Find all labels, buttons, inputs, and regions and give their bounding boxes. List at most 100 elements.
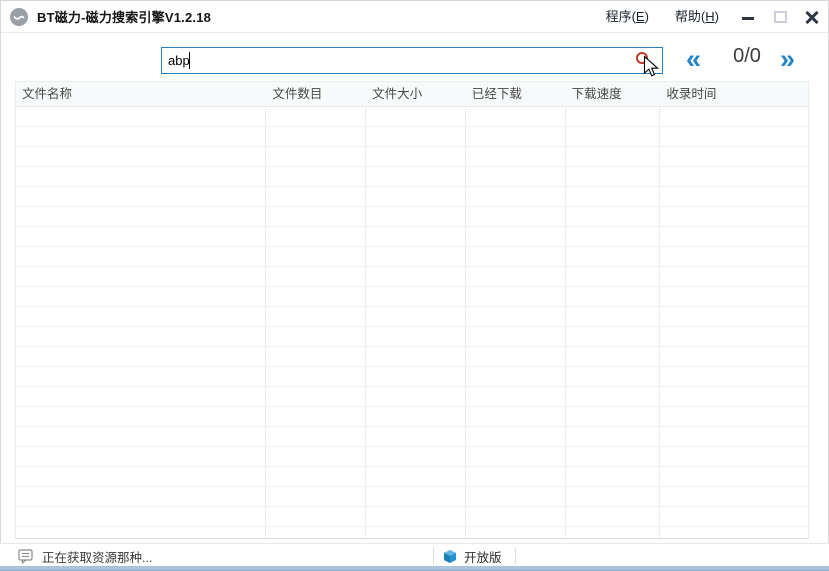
next-page-button[interactable]: » (780, 41, 795, 77)
table-cell (566, 387, 661, 406)
table-cell (660, 107, 808, 126)
table-cell (660, 447, 808, 466)
table-cell (566, 467, 661, 486)
table-cell (566, 287, 661, 306)
table-row (16, 207, 808, 227)
close-button[interactable] (796, 1, 828, 32)
status-message: 正在获取资源那种... (18, 547, 152, 566)
table-cell (566, 267, 661, 286)
menu-program-label-end: ) (645, 9, 649, 24)
app-window: BT磁力-磁力搜索引擎V1.2.18 程序(E) 帮助(H) « 0/0 » 文… (0, 0, 829, 571)
table-cell (566, 227, 661, 246)
table-cell (266, 307, 366, 326)
column-header-4[interactable]: 已经下载 (466, 82, 566, 106)
table-row (16, 187, 808, 207)
menu-program[interactable]: 程序(E) (593, 1, 662, 32)
column-header-2[interactable]: 文件数目 (266, 82, 366, 106)
table-cell (566, 107, 661, 126)
table-cell (266, 487, 366, 506)
table-cell (16, 427, 266, 446)
menu-help-label-end: ) (715, 9, 719, 24)
table-row (16, 127, 808, 147)
table-cell (266, 127, 366, 146)
table-cell (366, 227, 466, 246)
table-cell (466, 287, 566, 306)
table-cell (366, 187, 466, 206)
table-row (16, 467, 808, 487)
close-icon (805, 10, 819, 24)
table-cell (566, 127, 661, 146)
table-cell (660, 227, 808, 246)
table-cell (16, 327, 266, 346)
column-header-5[interactable]: 下载速度 (566, 82, 661, 106)
table-cell (366, 147, 466, 166)
edition-label: 开放版 (464, 547, 502, 566)
table-cell (16, 127, 266, 146)
table-cell (266, 207, 366, 226)
table-row (16, 327, 808, 347)
status-text: 正在获取资源那种... (42, 547, 152, 566)
maximize-icon (774, 11, 787, 23)
title-bar: BT磁力-磁力搜索引擎V1.2.18 程序(E) 帮助(H) (1, 1, 828, 33)
table-header-row: 文件名称文件数目文件大小已经下载下载速度收录时间 (16, 82, 808, 107)
table-cell (466, 447, 566, 466)
table-cell (566, 207, 661, 226)
table-cell (466, 187, 566, 206)
maximize-button[interactable] (764, 1, 796, 32)
column-header-1[interactable]: 文件名称 (16, 82, 266, 106)
table-cell (366, 167, 466, 186)
menu-help[interactable]: 帮助(H) (662, 1, 732, 32)
table-cell (16, 307, 266, 326)
table-cell (660, 127, 808, 146)
table-row (16, 287, 808, 307)
table-cell (566, 527, 661, 539)
table-cell (366, 367, 466, 386)
table-cell (466, 207, 566, 226)
table-cell (16, 407, 266, 426)
table-cell (366, 207, 466, 226)
search-input[interactable] (161, 47, 663, 74)
table-cell (266, 427, 366, 446)
table-cell (266, 327, 366, 346)
table-cell (566, 407, 661, 426)
statusbar-divider (515, 548, 516, 564)
table-row (16, 427, 808, 447)
cube-icon (443, 549, 457, 564)
table-row (16, 227, 808, 247)
table-cell (266, 527, 366, 539)
table-cell (366, 287, 466, 306)
minimize-button[interactable] (732, 1, 764, 32)
search-icon[interactable] (636, 52, 648, 64)
table-cell (366, 427, 466, 446)
table-cell (16, 247, 266, 266)
table-row (16, 247, 808, 267)
results-table: 文件名称文件数目文件大小已经下载下载速度收录时间 (15, 81, 809, 539)
edition-badge[interactable]: 开放版 (443, 544, 502, 568)
table-cell (366, 447, 466, 466)
table-cell (16, 167, 266, 186)
table-cell (366, 347, 466, 366)
table-cell (366, 327, 466, 346)
table-row (16, 487, 808, 507)
table-cell (16, 507, 266, 526)
table-cell (466, 427, 566, 446)
table-row (16, 267, 808, 287)
column-header-6[interactable]: 收录时间 (660, 82, 808, 106)
table-cell (266, 387, 366, 406)
table-cell (266, 467, 366, 486)
table-cell (466, 507, 566, 526)
table-cell (660, 407, 808, 426)
table-cell (566, 187, 661, 206)
table-cell (466, 407, 566, 426)
column-header-3[interactable]: 文件大小 (366, 82, 466, 106)
table-cell (466, 107, 566, 126)
table-cell (466, 487, 566, 506)
window-title: BT磁力-磁力搜索引擎V1.2.18 (37, 7, 211, 26)
table-cell (566, 427, 661, 446)
text-caret (189, 52, 190, 69)
minimize-icon (742, 17, 754, 20)
table-body (16, 107, 808, 539)
table-cell (660, 467, 808, 486)
table-row (16, 507, 808, 527)
prev-page-button[interactable]: « (686, 41, 701, 77)
